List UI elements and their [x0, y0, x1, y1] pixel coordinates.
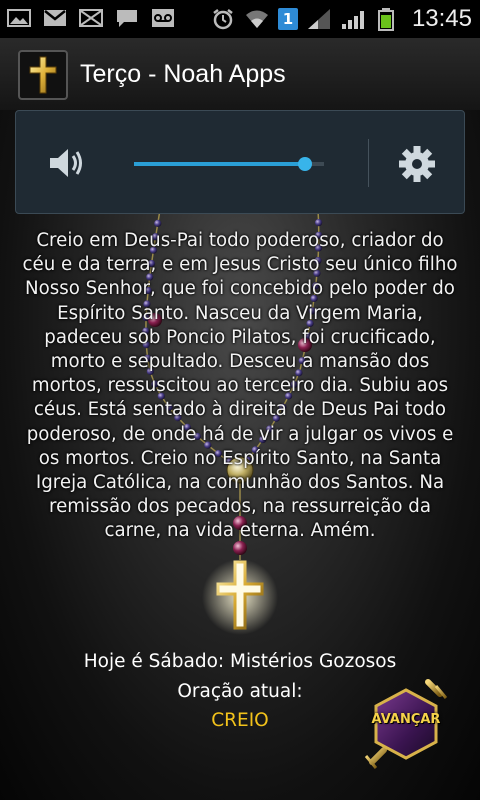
signal-icon [306, 7, 332, 31]
signal-bars-icon [340, 7, 366, 31]
voicemail-icon [150, 6, 176, 30]
app-bar: Terço - Noah Apps [0, 38, 480, 110]
app-title: Terço - Noah Apps [80, 60, 286, 88]
system-icons: 1 13:45 [210, 0, 472, 38]
advance-button[interactable]: AVANÇAR [358, 676, 454, 772]
volume-slider[interactable] [134, 157, 324, 171]
chat-icon [114, 6, 140, 30]
volume-slider-fill [134, 162, 305, 166]
alarm-icon [210, 7, 236, 31]
advance-button-label: AVANÇAR [371, 712, 441, 727]
notification-icons [6, 6, 176, 30]
speaker-icon[interactable] [46, 143, 86, 183]
status-bar: 1 13:45 [0, 0, 480, 38]
divider [368, 139, 369, 187]
gallery-icon [6, 6, 32, 30]
day-mysteries-label: Hoje é Sábado: Mistérios Gozosos [83, 651, 397, 672]
missed-message-icon [78, 6, 104, 30]
rosary-bead [315, 219, 323, 227]
rosary-bead [154, 219, 162, 227]
battery-icon [374, 7, 400, 31]
cross-icon [29, 56, 57, 94]
gmail-icon [42, 6, 68, 30]
volume-slider-thumb[interactable] [298, 157, 312, 171]
notification-count-badge: 1 [277, 8, 298, 30]
wifi-icon [244, 7, 270, 31]
volume-panel [15, 110, 465, 214]
prayer-text: Creio em Deus-Pai todo poderoso, criador… [22, 230, 458, 542]
clock: 13:45 [411, 5, 472, 32]
app-icon[interactable] [18, 50, 68, 100]
gear-icon[interactable] [398, 145, 436, 183]
